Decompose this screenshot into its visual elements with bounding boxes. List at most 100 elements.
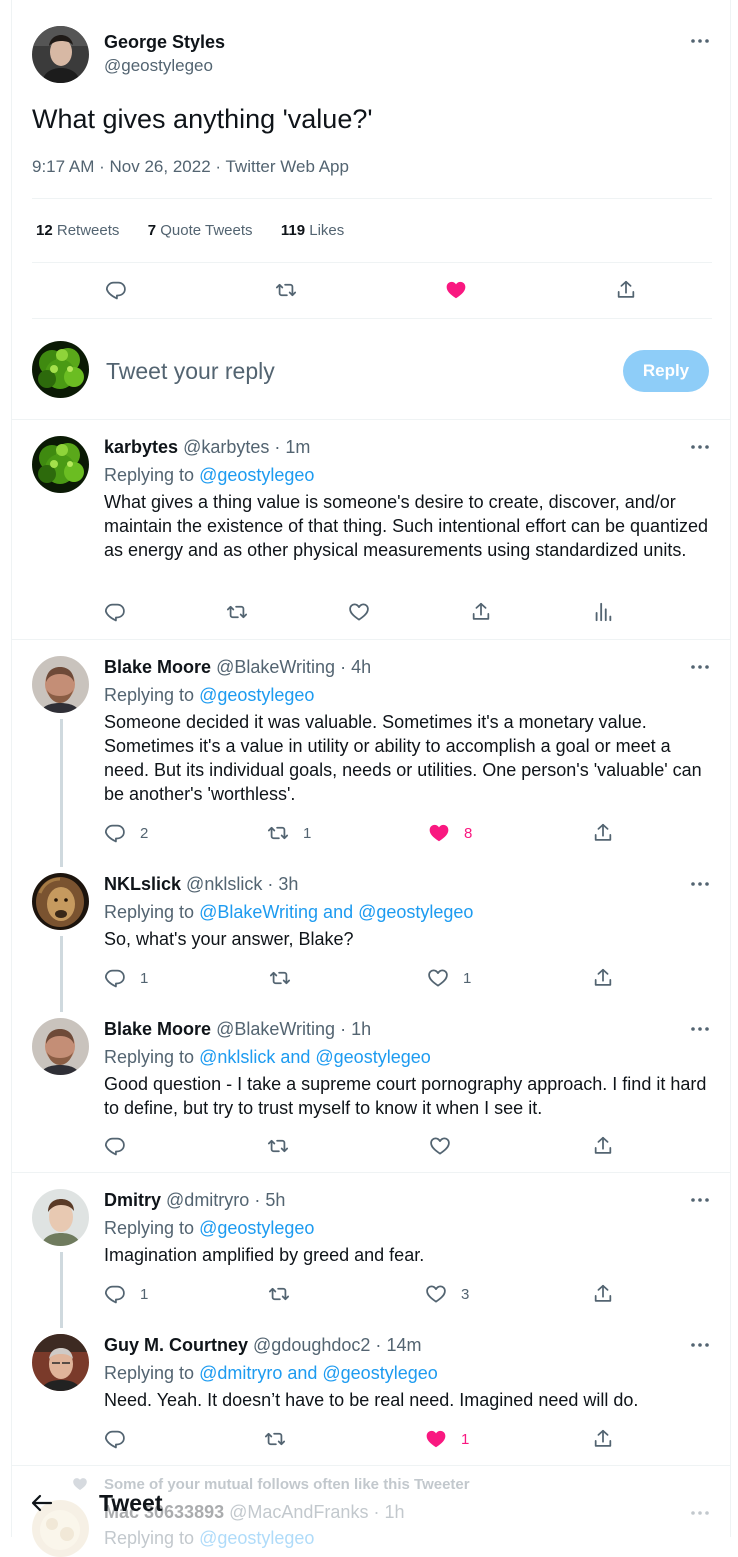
reply-author-name[interactable]: Blake Moore (104, 1019, 211, 1039)
share-icon (615, 279, 637, 301)
replying-to: Replying to @geostylegeo (104, 1216, 314, 1240)
share-button[interactable] (592, 1428, 614, 1450)
share-button[interactable] (592, 967, 614, 989)
reply-author-handle[interactable]: @BlakeWriting (216, 657, 335, 677)
reply-author-handle[interactable]: @nklslick (186, 874, 262, 894)
replying-to-link[interactable]: @geostylegeo (199, 1528, 314, 1548)
share-button[interactable] (592, 1135, 614, 1157)
retweet-button[interactable] (264, 1428, 286, 1450)
divider (32, 198, 712, 199)
reply-author-name[interactable]: Blake Moore (104, 657, 211, 677)
reply-submit-button[interactable]: Reply (623, 350, 709, 392)
author-name[interactable]: George Styles (104, 30, 225, 54)
back-arrow-icon[interactable] (30, 1491, 54, 1515)
reply-author-name[interactable]: karbytes (104, 437, 178, 457)
like-button[interactable] (445, 279, 467, 301)
avatar[interactable] (32, 1018, 89, 1075)
avatar[interactable] (32, 873, 89, 930)
share-button[interactable] (470, 601, 492, 623)
like-count: 1 (461, 1430, 470, 1448)
quote-tweets-stat[interactable]: 7 Quote Tweets (148, 222, 253, 239)
retweet-icon (264, 1428, 286, 1450)
like-button[interactable]: 8 (428, 822, 472, 844)
tweet-source[interactable]: Twitter Web App (225, 157, 348, 176)
more-options-icon[interactable] (689, 440, 711, 454)
likes-stat[interactable]: 119 Likes (281, 222, 344, 239)
tweet-date[interactable]: Nov 26, 2022 (110, 157, 211, 176)
retweet-button[interactable] (268, 1283, 290, 1305)
analytics-button[interactable] (592, 601, 614, 623)
reply-author-handle[interactable]: @karbytes (183, 437, 269, 457)
share-icon (592, 1428, 614, 1450)
retweet-icon (267, 822, 289, 844)
my-avatar[interactable] (32, 341, 89, 398)
reply-button[interactable] (104, 1135, 126, 1157)
reply-author-handle[interactable]: @BlakeWriting (216, 1019, 335, 1039)
reply-time[interactable]: 1m (285, 437, 310, 457)
replying-to-link[interactable]: @dmitryro and @geostylegeo (199, 1363, 438, 1383)
retweet-icon (226, 601, 248, 623)
reply-icon (104, 1135, 126, 1157)
reply-author-handle[interactable]: @dmitryro (166, 1190, 249, 1210)
reply-author-name[interactable]: NKLslick (104, 874, 181, 894)
reply-input[interactable]: Tweet your reply (106, 356, 275, 386)
reply-button[interactable] (105, 279, 127, 301)
replying-to-label: Replying to (104, 685, 195, 705)
reply-header: NKLslick @nklslick · 3h (104, 872, 298, 896)
replying-to-link[interactable]: @nklslick and @geostylegeo (199, 1047, 431, 1067)
reply-author-name[interactable]: Dmitry (104, 1190, 161, 1210)
separator: · (340, 657, 347, 677)
reply-button[interactable]: 1 (104, 1283, 148, 1305)
like-button[interactable]: 3 (425, 1283, 469, 1305)
replying-to: Replying to @dmitryro and @geostylegeo (104, 1361, 438, 1385)
retweets-stat[interactable]: 12 Retweets (36, 222, 119, 239)
retweet-button[interactable] (267, 1135, 289, 1157)
more-options-icon[interactable] (689, 1022, 711, 1036)
replying-to-link[interactable]: @geostylegeo (199, 1218, 314, 1238)
reply-button[interactable] (104, 601, 126, 623)
reply-time[interactable]: 3h (278, 874, 298, 894)
reply-count: 1 (140, 969, 149, 987)
like-button[interactable]: 1 (427, 967, 471, 989)
avatar[interactable] (32, 1334, 89, 1391)
like-button[interactable] (348, 601, 370, 623)
reply-author-name[interactable]: Guy M. Courtney (104, 1335, 248, 1355)
reply-time[interactable]: 1h (384, 1502, 404, 1522)
reply-button[interactable]: 1 (104, 967, 148, 989)
reply-time[interactable]: 14m (386, 1335, 421, 1355)
share-button[interactable] (592, 1283, 614, 1305)
more-options-icon[interactable] (689, 877, 711, 891)
share-button[interactable] (615, 279, 637, 301)
like-button[interactable] (429, 1135, 451, 1157)
replying-to-link[interactable]: @geostylegeo (199, 685, 314, 705)
avatar[interactable] (32, 436, 89, 493)
more-options-icon[interactable] (689, 1193, 711, 1207)
reply-time[interactable]: 5h (265, 1190, 285, 1210)
reply-button[interactable]: 2 (104, 822, 148, 844)
avatar[interactable] (32, 656, 89, 713)
more-options-icon[interactable] (689, 660, 711, 674)
share-button[interactable] (592, 822, 614, 844)
author-handle[interactable]: @geostylegeo (104, 54, 225, 78)
tweet-time[interactable]: 9:17 AM (32, 157, 94, 176)
separator: · (373, 1502, 380, 1522)
more-options-icon[interactable] (689, 1338, 711, 1352)
replying-to: Replying to @geostylegeo (104, 683, 314, 707)
heart-icon (425, 1283, 447, 1305)
more-options-icon[interactable] (689, 34, 711, 48)
like-button[interactable]: 1 (425, 1428, 469, 1450)
reply-button[interactable] (104, 1428, 126, 1450)
retweet-button[interactable] (269, 967, 291, 989)
reply-time[interactable]: 1h (351, 1019, 371, 1039)
reply-author-handle[interactable]: @gdoughdoc2 (253, 1335, 370, 1355)
more-options-icon[interactable] (689, 1506, 711, 1520)
retweet-button[interactable] (275, 279, 297, 301)
reply-time[interactable]: 4h (351, 657, 371, 677)
avatar[interactable] (32, 1189, 89, 1246)
retweet-button[interactable]: 1 (267, 822, 311, 844)
replying-to-link[interactable]: @geostylegeo (199, 465, 314, 485)
author-avatar[interactable] (32, 26, 89, 83)
views-icon (592, 601, 614, 623)
retweet-button[interactable] (226, 601, 248, 623)
replying-to-link[interactable]: @BlakeWriting and @geostylegeo (199, 902, 473, 922)
